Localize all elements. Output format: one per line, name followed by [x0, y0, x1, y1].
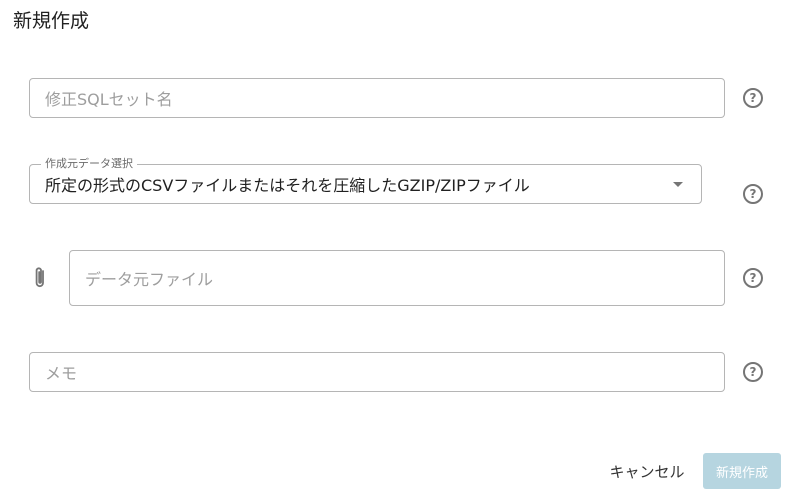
- help-icon[interactable]: ?: [743, 362, 763, 382]
- source-data-select-label: 作成元データ選択: [41, 157, 137, 171]
- sql-set-name-input[interactable]: 修正SQLセット名: [29, 78, 725, 118]
- memo-input[interactable]: メモ: [29, 352, 725, 392]
- paperclip-icon[interactable]: [31, 265, 49, 291]
- source-data-select[interactable]: 作成元データ選択 所定の形式のCSVファイルまたはそれを圧縮したGZIP/ZIP…: [29, 157, 702, 204]
- create-button[interactable]: 新規作成: [703, 453, 781, 489]
- source-file-placeholder: データ元ファイル: [85, 270, 214, 289]
- memo-placeholder: メモ: [45, 364, 78, 383]
- help-icon[interactable]: ?: [743, 88, 763, 108]
- source-data-select-value: 所定の形式のCSVファイルまたはそれを圧縮したGZIP/ZIPファイル: [45, 176, 530, 195]
- cancel-button[interactable]: キャンセル: [600, 455, 694, 487]
- help-icon[interactable]: ?: [743, 268, 763, 288]
- dialog-title: 新規作成: [13, 10, 90, 32]
- sql-set-name-placeholder: 修正SQLセット名: [45, 90, 173, 109]
- help-icon[interactable]: ?: [743, 184, 763, 204]
- source-file-input[interactable]: データ元ファイル: [69, 250, 725, 306]
- arrow-drop-down-icon: [673, 182, 683, 187]
